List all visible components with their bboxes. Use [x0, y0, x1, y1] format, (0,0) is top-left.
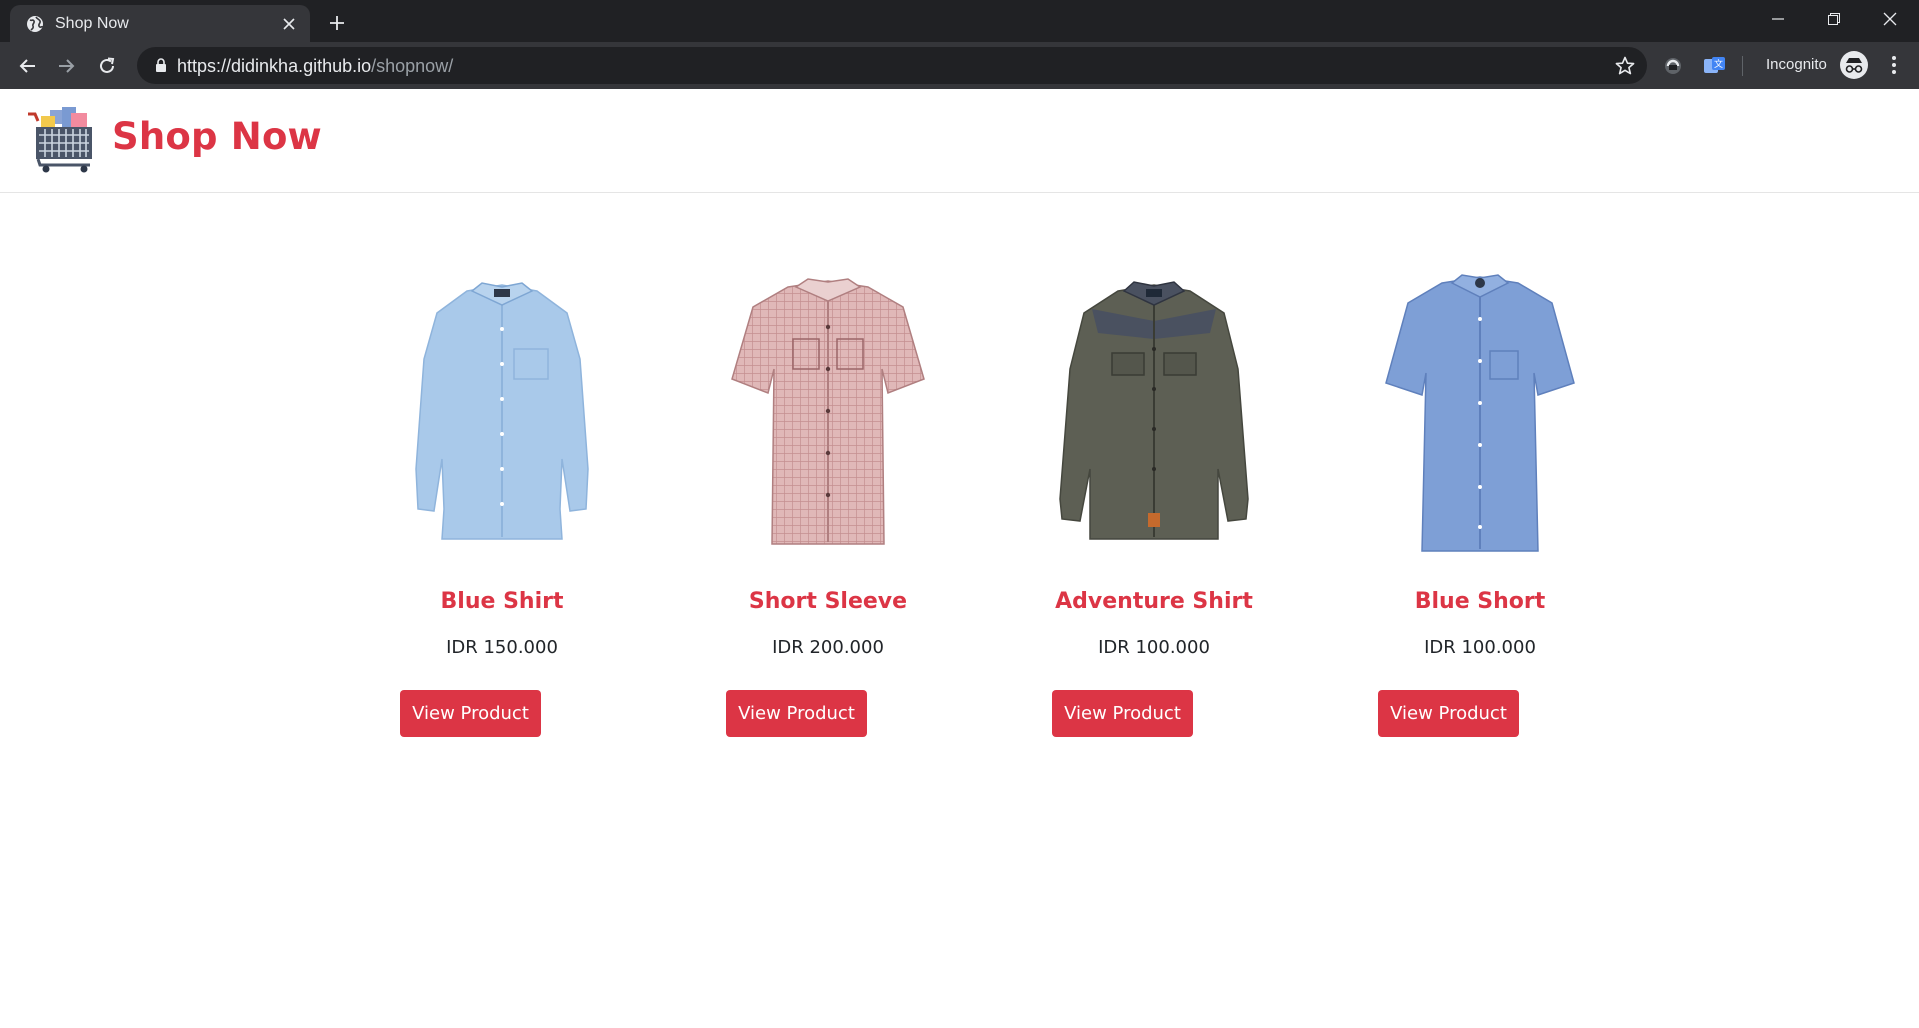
back-icon[interactable] [12, 51, 42, 81]
product-image[interactable] [1014, 269, 1294, 559]
translate-icon[interactable]: 文 [1704, 55, 1726, 77]
view-product-button[interactable]: View Product [726, 690, 867, 737]
url-path: /shopnow/ [371, 56, 454, 76]
incognito-label: Incognito [1766, 56, 1827, 73]
restore-icon[interactable] [1806, 0, 1862, 38]
globe-icon [27, 16, 43, 32]
product-name[interactable]: Adventure Shirt [991, 589, 1317, 614]
product-grid: Blue Shirt IDR 150.000 View Product Shor… [339, 269, 1645, 829]
more-vert-icon[interactable] [1882, 53, 1906, 77]
shopping-cart-icon[interactable] [28, 107, 96, 173]
product-price: IDR 100.000 [1098, 637, 1210, 658]
product-card: Blue Shirt IDR 150.000 View Product [339, 269, 665, 829]
star-icon[interactable] [1613, 54, 1637, 78]
product-card: Adventure Shirt IDR 100.000 View Product [991, 269, 1317, 829]
product-price: IDR 150.000 [446, 637, 558, 658]
view-product-button[interactable]: View Product [400, 690, 541, 737]
product-name[interactable]: Short Sleeve [665, 589, 991, 614]
product-image[interactable] [688, 269, 968, 559]
url-host: https://didinkha.github.io [177, 56, 372, 76]
product-price: IDR 100.000 [1424, 637, 1536, 658]
extension-icon[interactable] [1662, 55, 1684, 77]
browser-tab-bar: Shop Now [0, 0, 1919, 42]
plus-icon[interactable] [324, 10, 350, 36]
tab-title: Shop Now [55, 15, 129, 32]
product-image[interactable] [362, 269, 642, 559]
product-name[interactable]: Blue Short [1317, 589, 1643, 614]
site-header: Shop Now [0, 89, 1919, 193]
product-card: Blue Short IDR 100.000 View Product [1317, 269, 1643, 829]
product-card: Short Sleeve IDR 200.000 View Product [665, 269, 991, 829]
url-text[interactable]: https://didinkha.github.io/shopnow/ [177, 56, 453, 77]
lock-icon[interactable] [155, 58, 167, 72]
product-price: IDR 200.000 [772, 637, 884, 658]
close-icon[interactable] [278, 13, 300, 35]
minimize-icon[interactable] [1750, 0, 1806, 38]
incognito-icon[interactable] [1840, 51, 1868, 79]
window-close-icon[interactable] [1862, 0, 1918, 38]
view-product-button[interactable]: View Product [1052, 690, 1193, 737]
forward-icon[interactable] [52, 51, 82, 81]
product-name[interactable]: Blue Shirt [339, 589, 665, 614]
address-bar[interactable]: https://didinkha.github.io/shopnow/ [137, 47, 1647, 84]
reload-icon[interactable] [92, 51, 122, 81]
browser-tab[interactable]: Shop Now [10, 5, 310, 42]
view-product-button[interactable]: View Product [1378, 690, 1519, 737]
site-title[interactable]: Shop Now [112, 115, 322, 158]
page-content: Shop Now Blue Shirt IDR 150.000 View Pro… [0, 89, 1919, 1028]
browser-toolbar: https://didinkha.github.io/shopnow/ 文 In… [0, 42, 1919, 89]
toolbar-separator [1742, 56, 1743, 76]
product-image[interactable] [1340, 269, 1620, 559]
svg-text:文: 文 [1714, 58, 1723, 70]
